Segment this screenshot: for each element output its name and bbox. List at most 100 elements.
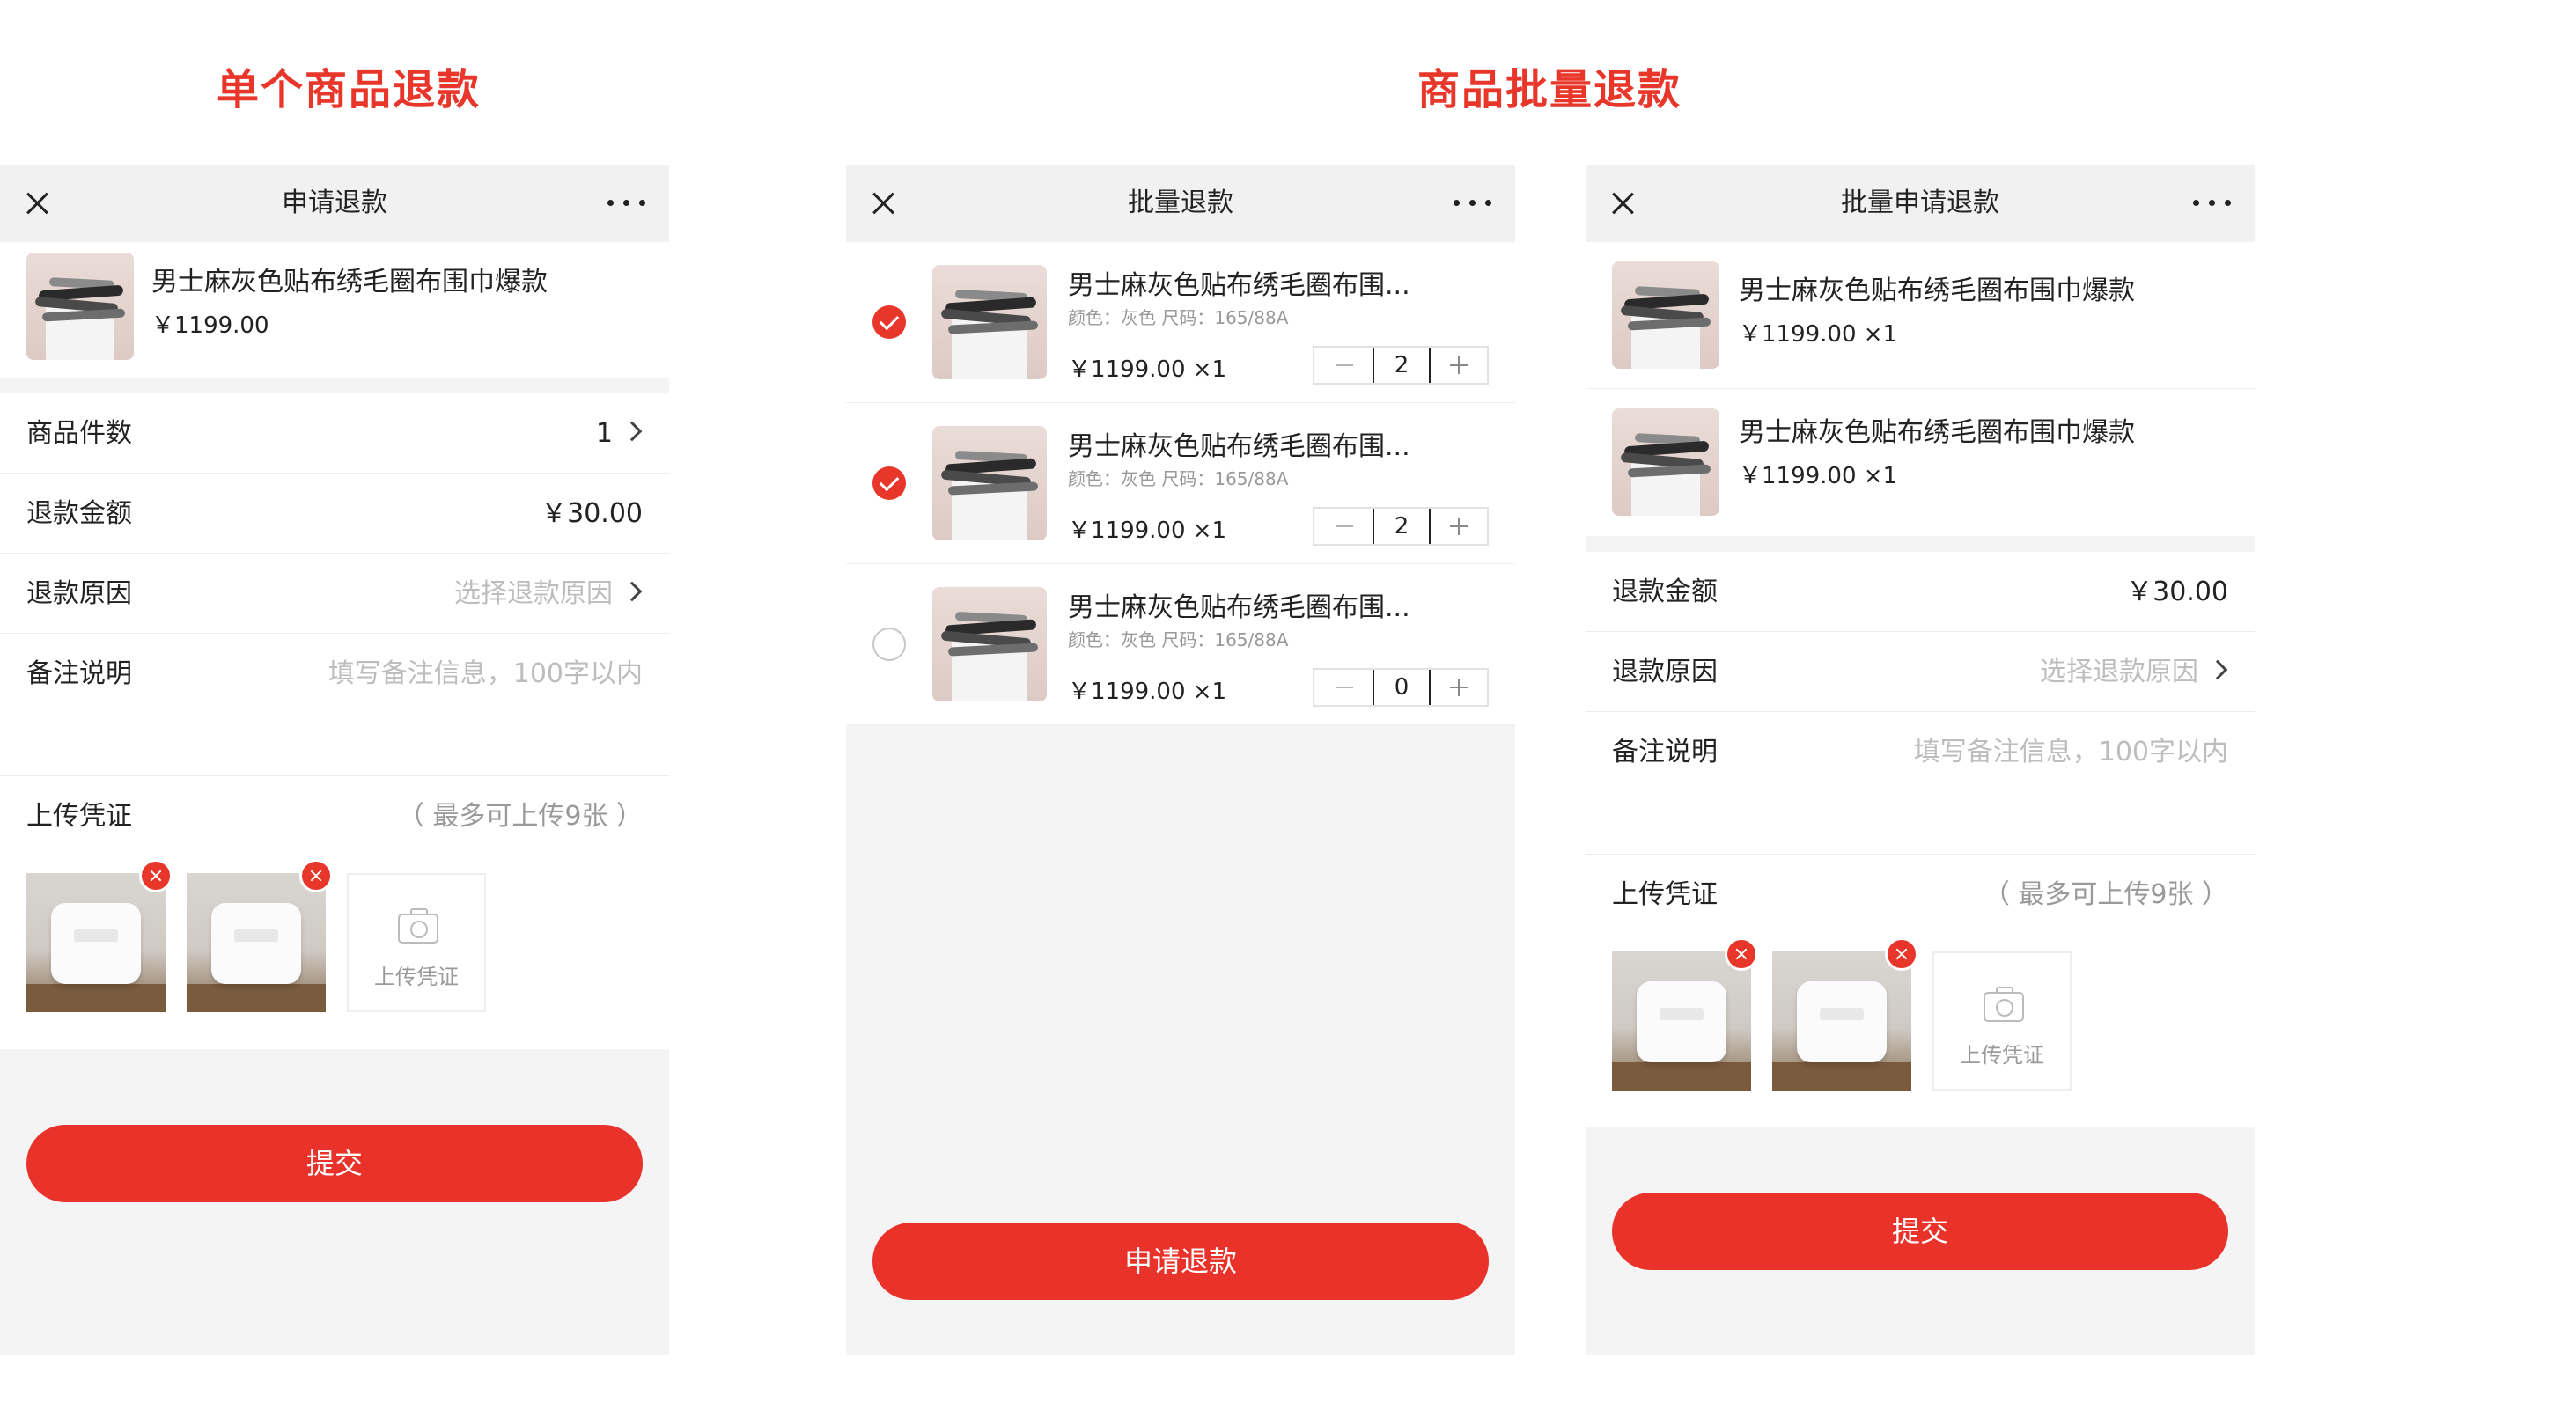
submit-button[interactable]: 提交 (1612, 1193, 2228, 1270)
section-title-single: 单个商品退款 (217, 65, 482, 114)
refund-reason-select[interactable]: 选择退款原因 (454, 554, 613, 634)
navbar: 批量申请退款 (1586, 165, 2255, 242)
quantity-value[interactable]: 0 (1373, 670, 1431, 705)
refund-amount-row: 退款金额 ￥30.00 (0, 474, 669, 554)
batch-apply-screen: 批量申请退款 男士麻灰色贴布绣毛圈布围巾爆款 ￥1199.00 ×1 男士麻灰色… (1586, 165, 2255, 1355)
delete-badge-icon[interactable] (1725, 937, 1758, 971)
product-price: ￥1199.00 ×1 (1739, 463, 1898, 489)
product-price: ￥1199.00 (151, 312, 269, 339)
voucher-photo[interactable] (26, 873, 166, 1012)
refund-amount-row: 退款金额 ￥30.00 (1586, 552, 2255, 632)
upload-section: 上传凭证 （ 最多可上传9张 ） 上传凭证 (1586, 855, 2255, 1127)
quantity-stepper[interactable]: 0 (1313, 668, 1489, 707)
list-item: 男士麻灰色贴布绣毛圈布围... 颜色：灰色 尺码：165/88A ￥1199.0… (846, 564, 1515, 725)
camera-icon (1984, 987, 2024, 1022)
remark-row[interactable]: 备注说明 填写备注信息，100字以内 (1586, 712, 2255, 855)
refund-reason-label: 退款原因 (26, 578, 132, 609)
refund-reason-label: 退款原因 (1612, 657, 1718, 687)
refund-amount-value: ￥30.00 (2126, 576, 2228, 607)
remark-label: 备注说明 (26, 658, 132, 689)
refund-amount-label: 退款金额 (26, 498, 132, 529)
product-spec: 颜色：灰色 尺码：165/88A (1068, 468, 1289, 489)
remark-label: 备注说明 (1612, 737, 1718, 767)
minus-icon[interactable] (1314, 348, 1373, 383)
upload-section: 上传凭证 （ 最多可上传9张 ） 上传凭证 (0, 776, 669, 1049)
voucher-photo[interactable] (1772, 951, 1911, 1091)
product-thumbnail (932, 587, 1047, 701)
product-price: ￥1199.00 ×1 (1068, 679, 1227, 705)
list-item: 男士麻灰色贴布绣毛圈布围... 颜色：灰色 尺码：165/88A ￥1199.0… (846, 242, 1515, 403)
product-name: 男士麻灰色贴布绣毛圈布围... (1068, 592, 1410, 623)
navbar: 申请退款 (0, 165, 669, 242)
quantity-stepper[interactable]: 2 (1313, 507, 1489, 546)
more-icon[interactable] (2193, 200, 2232, 207)
product-thumbnail (932, 426, 1047, 540)
refund-reason-select[interactable]: 选择退款原因 (2040, 632, 2198, 712)
submit-button[interactable]: 提交 (26, 1125, 643, 1202)
product-card: 男士麻灰色贴布绣毛圈布围巾爆款 ￥1199.00 (0, 242, 669, 378)
quantity-value[interactable]: 2 (1373, 348, 1431, 383)
single-refund-screen: 申请退款 男士麻灰色贴布绣毛圈布围巾爆款 ￥1199.00 商品件数 1 退款金… (0, 165, 669, 1355)
camera-icon (398, 908, 438, 944)
check-circle-icon[interactable] (872, 466, 906, 500)
refund-reason-row[interactable]: 退款原因 选择退款原因 (0, 554, 669, 634)
refund-amount-label: 退款金额 (1612, 576, 1718, 607)
product-name: 男士麻灰色贴布绣毛圈布围巾爆款 (1739, 417, 2135, 448)
voucher-photo[interactable] (1612, 951, 1751, 1091)
upload-button[interactable]: 上传凭证 (347, 873, 486, 1012)
refund-reason-row[interactable]: 退款原因 选择退款原因 (1586, 632, 2255, 712)
batch-select-screen: 批量退款 男士麻灰色贴布绣毛圈布围... 颜色：灰色 尺码：165/88A ￥1… (846, 165, 1515, 1355)
item-count-row[interactable]: 商品件数 1 (0, 393, 669, 474)
quantity-stepper[interactable]: 2 (1313, 346, 1489, 385)
refund-amount-value: ￥30.00 (541, 498, 643, 529)
product-name: 男士麻灰色贴布绣毛圈布围... (1068, 270, 1410, 301)
apply-refund-button[interactable]: 申请退款 (872, 1223, 1489, 1300)
product-price: ￥1199.00 ×1 (1068, 356, 1227, 383)
section-title-batch: 商品批量退款 (1417, 65, 1682, 114)
upload-button-label: 上传凭证 (1960, 1043, 2044, 1068)
page-title: 批量退款 (1128, 187, 1233, 218)
upload-button[interactable]: 上传凭证 (1932, 951, 2072, 1091)
product-thumbnail (26, 253, 134, 360)
product-name: 男士麻灰色贴布绣毛圈布围巾爆款 (151, 267, 548, 297)
quantity-value[interactable]: 2 (1373, 509, 1431, 544)
minus-icon[interactable] (1314, 670, 1373, 705)
plus-icon[interactable] (1431, 509, 1487, 544)
delete-badge-icon[interactable] (139, 859, 173, 892)
more-icon[interactable] (1454, 200, 1492, 207)
upload-button-label: 上传凭证 (374, 965, 459, 989)
upload-hint: （ 最多可上传9张 ） (397, 801, 643, 832)
minus-icon[interactable] (1314, 509, 1373, 544)
remark-row[interactable]: 备注说明 填写备注信息，100字以内 (0, 634, 669, 776)
product-spec: 颜色：灰色 尺码：165/88A (1068, 307, 1289, 328)
product-thumbnail (1612, 408, 1719, 516)
plus-icon[interactable] (1431, 348, 1487, 383)
product-name: 男士麻灰色贴布绣毛圈布围... (1068, 431, 1410, 462)
page-title: 批量申请退款 (1841, 187, 1999, 218)
product-card: 男士麻灰色贴布绣毛圈布围巾爆款 ￥1199.00 ×1 (1586, 242, 2255, 389)
item-count-value: 1 (595, 418, 613, 449)
list-item: 男士麻灰色贴布绣毛圈布围... 颜色：灰色 尺码：165/88A ￥1199.0… (846, 403, 1515, 564)
page-title: 申请退款 (282, 187, 387, 218)
voucher-photo[interactable] (187, 873, 326, 1012)
product-thumbnail (932, 265, 1047, 379)
check-circle-icon[interactable] (872, 305, 906, 339)
product-spec: 颜色：灰色 尺码：165/88A (1068, 629, 1289, 650)
remark-input[interactable]: 填写备注信息，100字以内 (328, 634, 643, 714)
more-icon[interactable] (607, 200, 646, 207)
upload-hint: （ 最多可上传9张 ） (1983, 879, 2228, 910)
chevron-right-icon (2207, 659, 2228, 680)
item-count-label: 商品件数 (26, 418, 132, 449)
product-card: 男士麻灰色贴布绣毛圈布围巾爆款 ￥1199.00 ×1 (1586, 389, 2255, 536)
check-circle-icon[interactable] (872, 628, 906, 661)
chevron-right-icon (622, 581, 643, 602)
remark-input[interactable]: 填写备注信息，100字以内 (1914, 712, 2228, 792)
navbar: 批量退款 (846, 165, 1515, 242)
plus-icon[interactable] (1431, 670, 1487, 705)
upload-label: 上传凭证 (1612, 879, 1718, 910)
product-name: 男士麻灰色贴布绣毛圈布围巾爆款 (1739, 275, 2135, 306)
product-thumbnail (1612, 261, 1719, 369)
product-price: ￥1199.00 ×1 (1739, 321, 1898, 348)
delete-badge-icon[interactable] (1885, 937, 1918, 971)
delete-badge-icon[interactable] (299, 859, 333, 892)
